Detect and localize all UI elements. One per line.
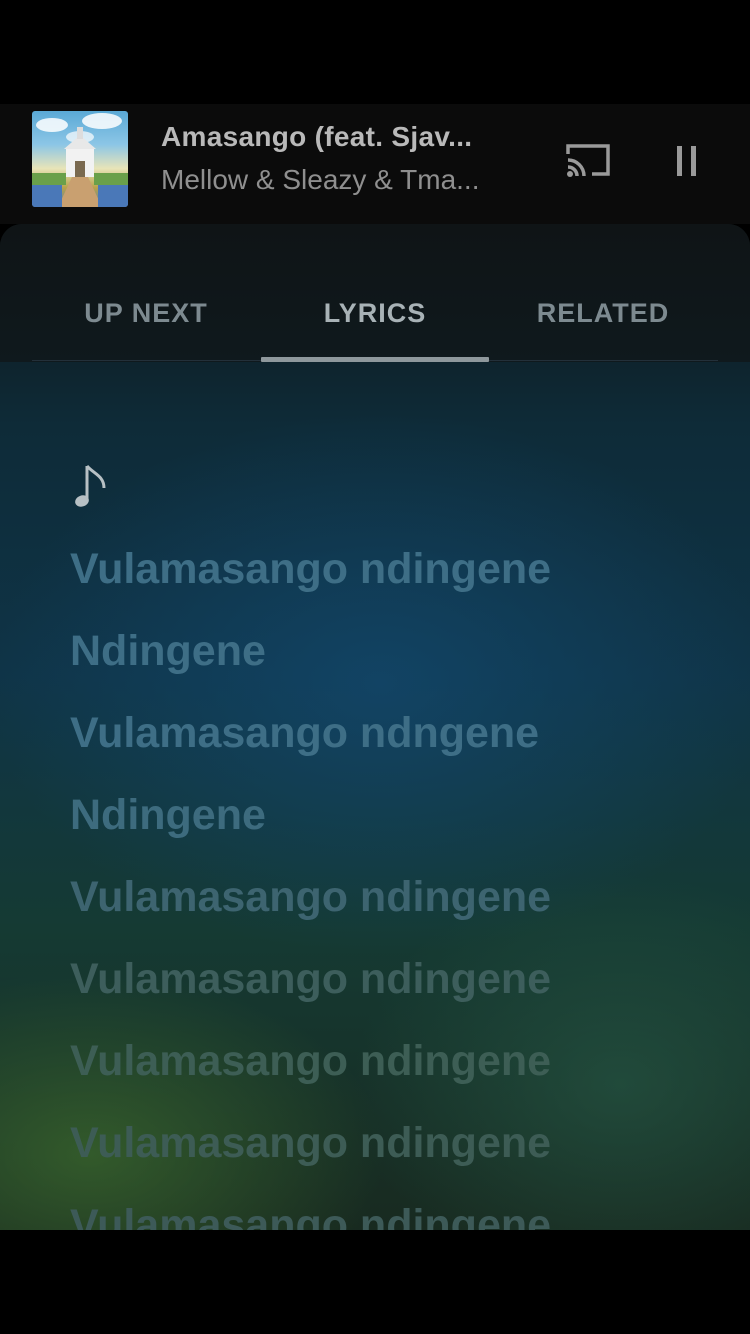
lyric-line[interactable]: Ndingene	[70, 621, 710, 703]
album-art-image	[32, 113, 128, 207]
track-artist[interactable]: Mellow & Sleazy & Tma...	[161, 164, 506, 196]
tab-lyrics[interactable]: LYRICS	[261, 298, 489, 338]
status-bar	[0, 0, 750, 104]
pause-icon[interactable]	[666, 140, 706, 180]
tab-active-indicator	[261, 357, 489, 362]
tab-related[interactable]: RELATED	[489, 298, 717, 338]
lyrics-list: Vulamasango ndingene Ndingene Vulamasang…	[70, 539, 710, 1230]
tab-up-next[interactable]: UP NEXT	[32, 298, 260, 338]
lyric-line[interactable]: Vulamasango ndingene	[70, 1195, 710, 1230]
lyric-line[interactable]: Vulamasango ndingene	[70, 949, 710, 1031]
cast-icon[interactable]	[564, 138, 616, 182]
album-art[interactable]	[32, 111, 128, 207]
lyrics-panel: UP NEXT LYRICS RELATED Vulamasango nding…	[0, 224, 750, 1230]
pause-bar-left	[677, 146, 682, 176]
tab-bar: UP NEXT LYRICS RELATED	[0, 224, 750, 362]
lyric-line[interactable]: Vulamasango ndingene	[70, 867, 710, 949]
lyric-line[interactable]: Ndingene	[70, 785, 710, 867]
lyric-line[interactable]: Vulamasango ndngene	[70, 703, 710, 785]
bottom-bar	[0, 1230, 750, 1334]
lyric-line[interactable]: Vulamasango ndingene	[70, 1113, 710, 1195]
music-note-icon	[75, 464, 106, 507]
lyric-line[interactable]: Vulamasango ndingene	[70, 1031, 710, 1113]
lyric-line[interactable]: Vulamasango ndingene	[70, 539, 710, 621]
mini-player[interactable]: Amasango (feat. Sjav... Mellow & Sleazy …	[0, 104, 750, 224]
pause-bar-right	[691, 146, 696, 176]
track-title[interactable]: Amasango (feat. Sjav...	[161, 121, 506, 153]
